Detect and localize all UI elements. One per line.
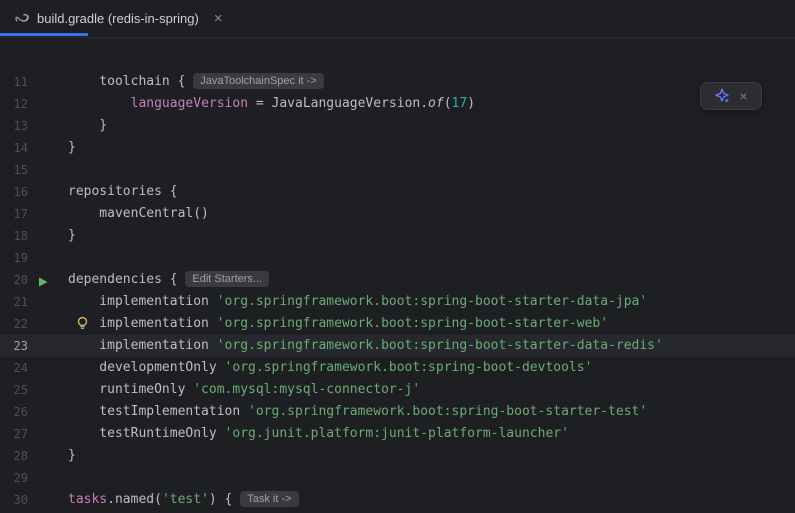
- gutter: [30, 137, 68, 159]
- line-number: 18: [13, 229, 28, 243]
- ai-assistant-icon[interactable]: [714, 88, 730, 104]
- code-line[interactable]: 15: [0, 159, 795, 181]
- code-line[interactable]: 22 implementation 'org.springframework.b…: [0, 313, 795, 335]
- code-text: mavenCentral(): [68, 206, 209, 221]
- line-number: 20: [13, 273, 28, 287]
- gutter: [30, 115, 68, 137]
- gutter: [30, 71, 68, 93]
- popup-close-icon[interactable]: ×: [739, 89, 747, 103]
- inlay-hint: Task it ->: [240, 491, 299, 507]
- gradle-icon: [14, 11, 30, 27]
- line-number: 21: [13, 295, 28, 309]
- line-number: 24: [13, 361, 28, 375]
- code-line[interactable]: 17 mavenCentral(): [0, 203, 795, 225]
- tab-close-icon[interactable]: ×: [214, 11, 223, 26]
- code-text: repositories {: [68, 184, 178, 199]
- line-number: 19: [13, 251, 28, 265]
- code-text: toolchain { JavaToolchainSpec it ->: [68, 71, 795, 93]
- tab-build-gradle[interactable]: build.gradle (redis-in-spring) ×: [0, 0, 235, 37]
- line-number: 16: [13, 185, 28, 199]
- code-text: implementation 'org.springframework.boot…: [68, 294, 648, 309]
- code-line[interactable]: 13 }: [0, 115, 795, 137]
- line-number: 11: [13, 75, 28, 89]
- gutter: [30, 357, 68, 379]
- line-number: 30: [13, 493, 28, 507]
- ide-window: build.gradle (redis-in-spring) × 11 tool…: [0, 0, 795, 513]
- gutter: [30, 181, 68, 203]
- line-number: 17: [13, 207, 28, 221]
- line-number: 28: [13, 449, 28, 463]
- code-text: tasks.named('test') { Task it ->: [68, 489, 795, 511]
- code-text: }: [68, 140, 76, 155]
- code-text: testRuntimeOnly 'org.junit.platform:juni…: [68, 426, 569, 441]
- gutter: [30, 335, 68, 357]
- line-number: 23: [13, 339, 28, 353]
- gutter: [30, 445, 68, 467]
- gutter: [30, 423, 68, 445]
- code-line[interactable]: 27 testRuntimeOnly 'org.junit.platform:j…: [0, 423, 795, 445]
- inlay-hint[interactable]: Edit Starters...: [185, 271, 270, 287]
- tab-title: build.gradle (redis-in-spring): [37, 11, 199, 26]
- gutter: [30, 291, 68, 313]
- line-number: 22: [13, 317, 28, 331]
- line-number: 15: [13, 163, 28, 177]
- gutter: [30, 313, 68, 335]
- code-line[interactable]: 24 developmentOnly 'org.springframework.…: [0, 357, 795, 379]
- code-line[interactable]: 14}: [0, 137, 795, 159]
- code-text: testImplementation 'org.springframework.…: [68, 404, 648, 419]
- code-text: implementation 'org.springframework.boot…: [68, 313, 795, 335]
- code-line[interactable]: 12 languageVersion = JavaLanguageVersion…: [0, 93, 795, 115]
- code-text: developmentOnly 'org.springframework.boo…: [68, 360, 593, 375]
- gutter: [30, 489, 68, 511]
- line-number: 25: [13, 383, 28, 397]
- code-text: }: [68, 448, 76, 463]
- code-line[interactable]: 20 dependencies { Edit Starters...: [0, 269, 795, 291]
- code-editor[interactable]: 11 toolchain { JavaToolchainSpec it -> 12…: [0, 38, 795, 513]
- gutter: [30, 379, 68, 401]
- code-line[interactable]: 19: [0, 247, 795, 269]
- gutter: [30, 159, 68, 181]
- gutter: [30, 203, 68, 225]
- line-number: 13: [13, 119, 28, 133]
- line-number: 12: [13, 97, 28, 111]
- code-text: languageVersion = JavaLanguageVersion.of…: [130, 96, 476, 111]
- code-line[interactable]: 23 implementation 'org.springframework.b…: [0, 335, 795, 357]
- code-line[interactable]: 26 testImplementation 'org.springframewo…: [0, 401, 795, 423]
- code-line[interactable]: 25 runtimeOnly 'com.mysql:mysql-connecto…: [0, 379, 795, 401]
- line-number: 29: [13, 471, 28, 485]
- code-text: dependencies { Edit Starters...: [68, 269, 795, 291]
- code-line[interactable]: 21 implementation 'org.springframework.b…: [0, 291, 795, 313]
- gutter: [30, 93, 68, 115]
- gutter: [30, 247, 68, 269]
- code-text: }: [68, 228, 76, 243]
- editor-tab-bar: build.gradle (redis-in-spring) ×: [0, 0, 795, 38]
- gutter: [30, 269, 68, 291]
- line-number: 14: [13, 141, 28, 155]
- code-line[interactable]: 28}: [0, 445, 795, 467]
- gutter: [30, 467, 68, 489]
- gutter: [30, 225, 68, 247]
- code-line[interactable]: 16 repositories {: [0, 181, 795, 203]
- code-line[interactable]: 11 toolchain { JavaToolchainSpec it ->: [0, 71, 795, 93]
- line-number: 26: [13, 405, 28, 419]
- code-lines: 11 toolchain { JavaToolchainSpec it -> 12…: [0, 71, 795, 513]
- code-text: implementation 'org.springframework.boot…: [68, 338, 663, 353]
- code-text: runtimeOnly 'com.mysql:mysql-connector-j…: [68, 382, 421, 397]
- progress-indicator: [0, 33, 88, 36]
- inlay-hint: JavaToolchainSpec it ->: [193, 73, 324, 89]
- code-line[interactable]: 29: [0, 467, 795, 489]
- ai-assistant-popup: ×: [700, 82, 762, 110]
- gutter: [30, 401, 68, 423]
- line-number: 27: [13, 427, 28, 441]
- code-line[interactable]: 18}: [0, 225, 795, 247]
- code-line[interactable]: 30 tasks.named('test') { Task it ->: [0, 489, 795, 511]
- code-text: }: [68, 118, 108, 133]
